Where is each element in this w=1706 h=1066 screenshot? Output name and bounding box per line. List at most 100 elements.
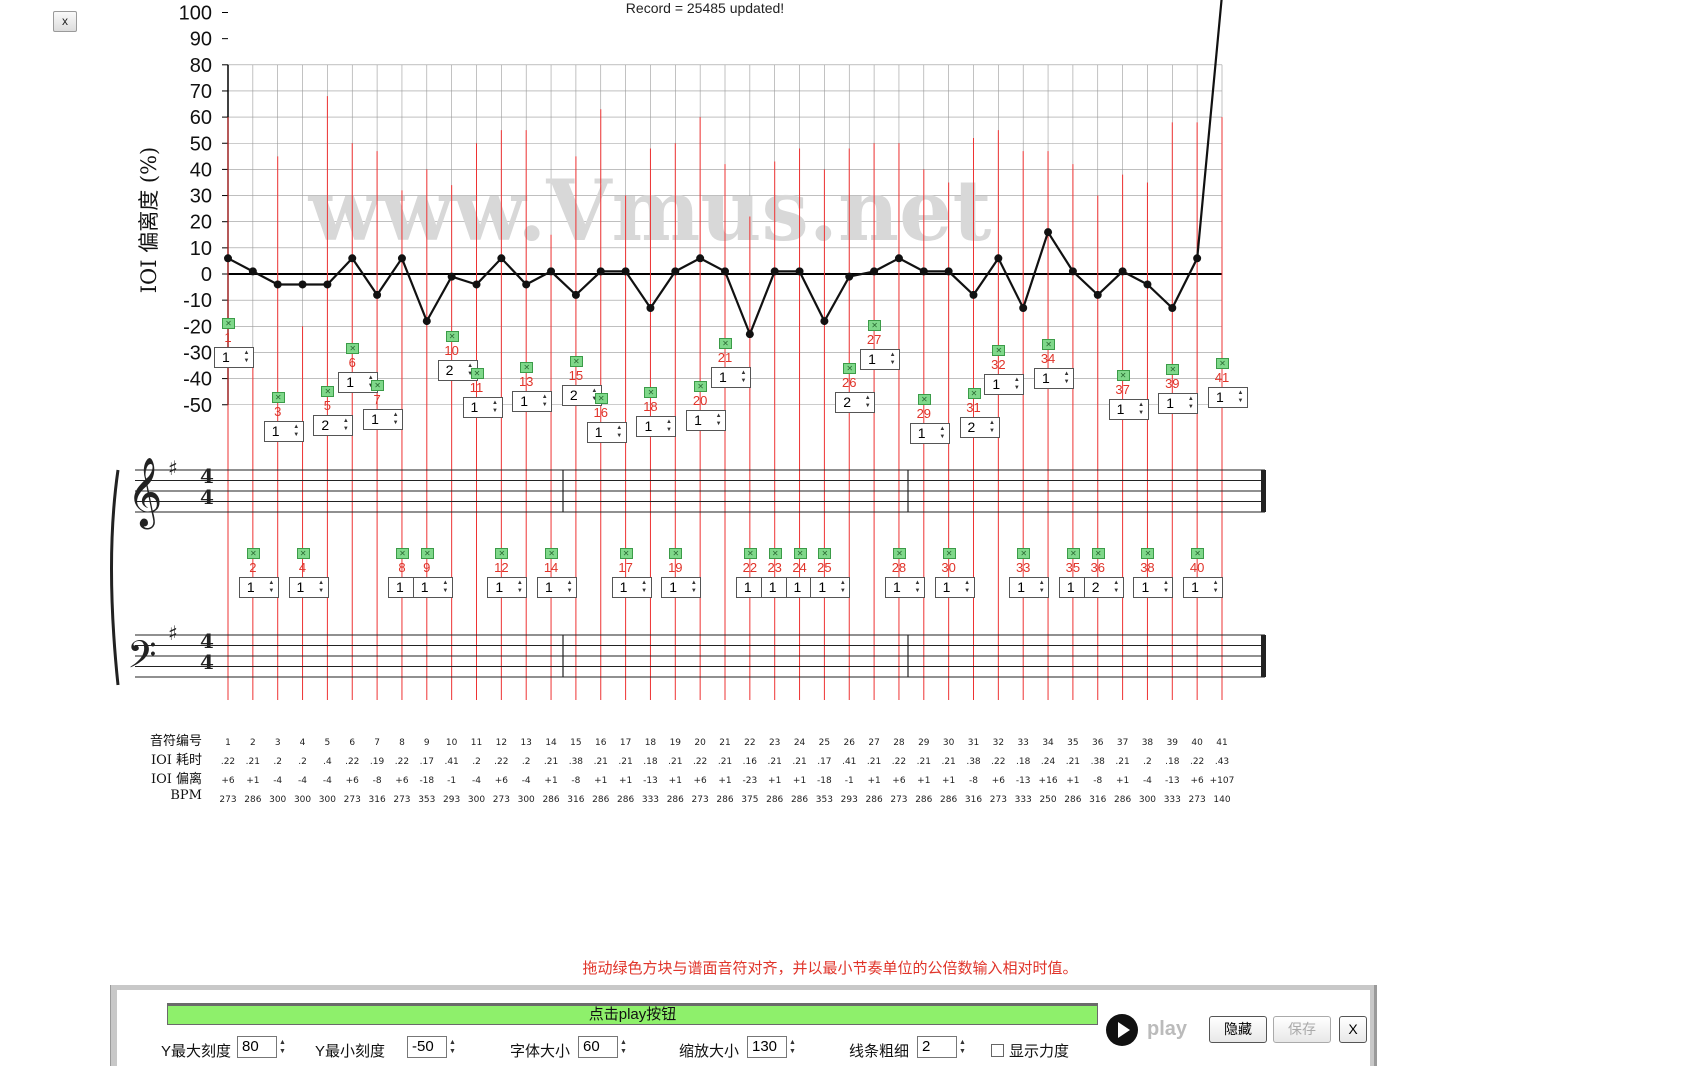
drag-handle[interactable]: ✕ — [843, 363, 857, 374]
duration-input[interactable]: 1 ▲▼ — [1034, 368, 1075, 389]
spinner-arrows-icon[interactable]: ▲▼ — [514, 579, 525, 596]
drag-handle[interactable]: ✕ — [793, 548, 807, 559]
spinner-arrows-icon[interactable]: ▲▼ — [1185, 395, 1196, 412]
duration-input[interactable]: 1 ▲▼ — [586, 422, 627, 443]
duration-input[interactable]: 1 ▲▼ — [288, 577, 329, 598]
spinner-arrows-icon[interactable]: ▲▼ — [837, 579, 848, 596]
duration-input[interactable]: 1 ▲▼ — [238, 577, 279, 598]
drag-handle[interactable]: ✕ — [818, 548, 832, 559]
drag-handle[interactable]: ✕ — [321, 386, 335, 397]
drag-handle[interactable]: ✕ — [296, 548, 310, 559]
spinner-arrows-icon[interactable]: ▲▼ — [1061, 370, 1072, 387]
drag-handle[interactable]: ✕ — [644, 387, 658, 398]
duration-input[interactable]: 1 ▲▼ — [860, 349, 901, 370]
spinner-arrows-icon[interactable]: ▲▼ — [713, 412, 724, 429]
duration-input[interactable]: 1 ▲▼ — [984, 374, 1025, 395]
drag-handle[interactable]: ✕ — [768, 548, 782, 559]
spinner-arrows-icon[interactable]: ▲▼ — [1011, 376, 1022, 393]
duration-input[interactable]: 1 ▲▼ — [1133, 577, 1174, 598]
drag-handle[interactable]: ✕ — [445, 331, 459, 342]
duration-input[interactable]: 1 ▲▼ — [636, 416, 677, 437]
drag-handle[interactable]: ✕ — [992, 345, 1006, 356]
spinner-arrows-icon[interactable]: ▲▼ — [887, 351, 898, 368]
progress-bar[interactable]: 点击play按钮 — [167, 1003, 1098, 1025]
drag-handle[interactable]: ✕ — [246, 548, 260, 559]
spinner-arrows-icon[interactable]: ▲▼ — [1136, 401, 1147, 418]
duration-input[interactable]: 1 ▲▼ — [711, 367, 751, 388]
play-icon[interactable] — [1106, 1014, 1138, 1046]
spinner-arrows-icon[interactable]: ▲▼ — [1210, 579, 1221, 596]
drag-handle[interactable]: ✕ — [1216, 358, 1229, 369]
duration-input[interactable]: 1 ▲▼ — [462, 397, 503, 418]
drag-handle[interactable]: ✕ — [917, 394, 931, 405]
duration-input[interactable]: 1 ▲▼ — [1183, 577, 1224, 598]
save-button[interactable]: 保存 — [1273, 1016, 1331, 1043]
duration-input[interactable]: 1 ▲▼ — [412, 577, 453, 598]
spinner-arrows-icon[interactable]: ▲▼ — [1160, 579, 1171, 596]
drag-handle[interactable]: ✕ — [892, 548, 906, 559]
spinner-arrows-icon[interactable]: ▲▼ — [340, 417, 351, 434]
spinner-arrows-icon[interactable]: ▲▼ — [1111, 579, 1122, 596]
drag-handle[interactable]: ✕ — [669, 548, 683, 559]
spinner-arrows-icon[interactable]: ▲▼ — [1036, 579, 1047, 596]
drag-handle[interactable]: ✕ — [569, 356, 583, 367]
duration-input[interactable]: 1 ▲▼ — [909, 423, 950, 444]
spinner-arrows-icon[interactable]: ▲▼ — [490, 399, 501, 416]
drag-handle[interactable]: ✕ — [967, 388, 981, 399]
spinner-arrows-icon[interactable]: ▲▼ — [316, 579, 327, 596]
drag-handle[interactable]: ✕ — [420, 548, 434, 559]
drag-handle[interactable]: ✕ — [371, 380, 385, 391]
drag-handle[interactable]: ✕ — [594, 393, 608, 404]
duration-input[interactable]: 1 ▲▼ — [214, 347, 254, 368]
duration-input[interactable]: 1 ▲▼ — [1108, 399, 1149, 420]
spinner-arrows-icon[interactable]: ▲▼ — [987, 419, 998, 436]
duration-input[interactable]: 1 ▲▼ — [686, 410, 727, 431]
drag-handle[interactable]: ✕ — [1191, 548, 1205, 559]
duration-input[interactable]: 2 ▲▼ — [835, 392, 876, 413]
zoom-input[interactable]: 130 ▲ ▼ — [747, 1036, 796, 1058]
spinner-arrows-icon[interactable]: ▲▼ — [937, 425, 948, 442]
spinner-arrows-icon[interactable]: ▲▼ — [663, 418, 674, 435]
duration-input[interactable]: 2 ▲▼ — [1083, 577, 1124, 598]
drag-handle[interactable]: ✕ — [868, 320, 882, 331]
drag-handle[interactable]: ✕ — [346, 343, 360, 354]
drag-handle[interactable]: ✕ — [694, 381, 708, 392]
drag-handle[interactable]: ✕ — [271, 392, 285, 403]
duration-input[interactable]: 1 ▲▼ — [512, 391, 553, 412]
spinner-arrows-icon[interactable]: ▲▼ — [1235, 389, 1246, 406]
drag-handle[interactable]: ✕ — [495, 548, 509, 559]
play-button[interactable]: play — [1147, 1018, 1187, 1041]
duration-input[interactable]: 1 ▲▼ — [884, 577, 925, 598]
drag-handle[interactable]: ✕ — [942, 548, 956, 559]
duration-input[interactable]: 1 ▲▼ — [363, 409, 404, 430]
drag-handle[interactable]: ✕ — [1141, 548, 1155, 559]
duration-input[interactable]: 1 ▲▼ — [934, 577, 975, 598]
duration-input[interactable]: 1 ▲▼ — [1158, 393, 1199, 414]
duration-input[interactable]: 1 ▲▼ — [810, 577, 851, 598]
spinner-arrows-icon[interactable]: ▲▼ — [862, 394, 873, 411]
duration-input[interactable]: 2 ▲▼ — [959, 417, 1000, 438]
duration-input[interactable]: 1 ▲▼ — [263, 421, 304, 442]
spinner-arrows-icon[interactable]: ▲▼ — [962, 579, 973, 596]
spinner-arrows-icon[interactable]: ▲▼ — [291, 423, 302, 440]
drag-handle[interactable]: ✕ — [222, 318, 235, 329]
drag-handle[interactable]: ✕ — [1042, 339, 1056, 350]
spinner-arrows-icon[interactable]: ▲▼ — [688, 579, 699, 596]
drag-handle[interactable]: ✕ — [545, 548, 559, 559]
spinner-arrows-icon[interactable]: ▲▼ — [564, 579, 575, 596]
ymin-input[interactable]: -50 ▲ ▼ — [407, 1036, 456, 1058]
spinner-arrows-icon[interactable]: ▲▼ — [614, 424, 625, 441]
drag-handle[interactable]: ✕ — [1091, 548, 1105, 559]
duration-input[interactable]: 1 ▲▼ — [1009, 577, 1050, 598]
spinner-arrows-icon[interactable]: ▲▼ — [390, 411, 401, 428]
spinner-arrows-icon[interactable]: ▲▼ — [912, 579, 923, 596]
drag-handle[interactable]: ✕ — [743, 548, 757, 559]
spinner-arrows-icon[interactable]: ▲▼ — [639, 579, 650, 596]
drag-handle[interactable]: ✕ — [470, 368, 484, 379]
drag-handle[interactable]: ✕ — [395, 548, 409, 559]
drag-handle[interactable]: ✕ — [520, 362, 534, 373]
drag-handle[interactable]: ✕ — [1066, 548, 1080, 559]
drag-handle[interactable]: ✕ — [1116, 370, 1130, 381]
spinner-arrows-icon[interactable]: ▲▼ — [738, 369, 749, 386]
spinner-arrows-icon[interactable]: ▲▼ — [266, 579, 277, 596]
